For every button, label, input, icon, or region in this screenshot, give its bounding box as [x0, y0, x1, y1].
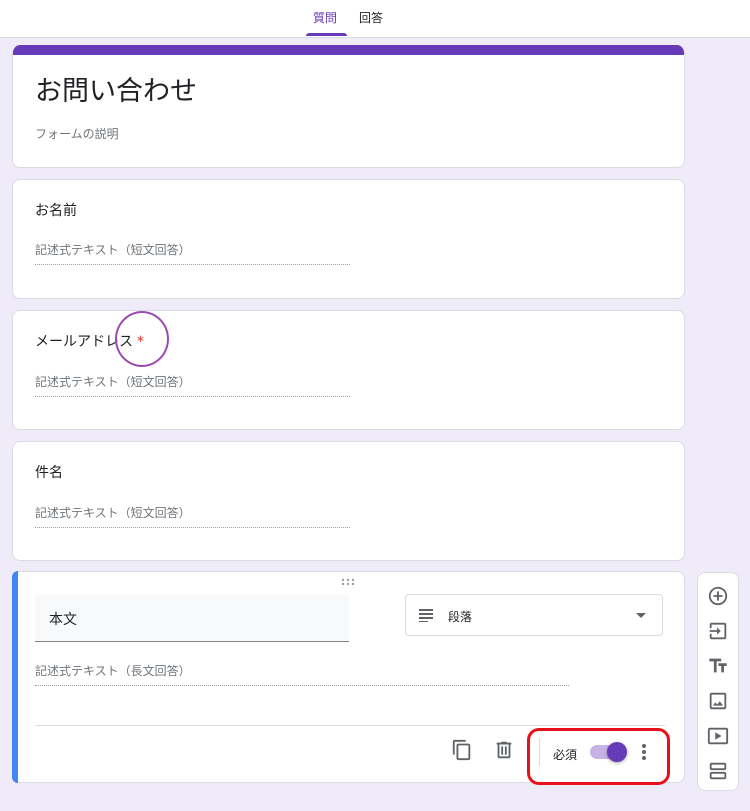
form-title[interactable]: お問い合わせ	[35, 75, 197, 109]
chevron-down-icon	[636, 613, 646, 618]
short-answer-hint: 記述式テキスト（短文回答）	[35, 241, 350, 265]
tab-responses[interactable]: 回答	[359, 11, 383, 25]
footer-divider	[35, 725, 665, 726]
annotation-rectangle	[527, 728, 670, 785]
top-tab-bar: 質問 回答	[0, 0, 750, 38]
tab-questions[interactable]: 質問	[313, 11, 337, 25]
question-title: お名前	[35, 203, 77, 219]
drag-handle-icon[interactable]	[341, 578, 355, 588]
question-title-input[interactable]: 本文	[35, 595, 349, 642]
video-icon[interactable]	[707, 725, 729, 751]
active-card-indicator	[12, 571, 18, 783]
short-answer-hint: 記述式テキスト（短文回答）	[35, 373, 350, 397]
annotation-circle	[115, 311, 169, 367]
header-accent-bar	[13, 45, 684, 55]
paragraph-lines-icon	[418, 607, 434, 626]
question-card-name[interactable]: お名前 記述式テキスト（短文回答）	[12, 179, 685, 299]
question-type-label: 段落	[448, 610, 473, 624]
trash-icon[interactable]	[493, 739, 515, 765]
image-icon[interactable]	[707, 690, 729, 716]
active-tab-indicator	[306, 33, 347, 36]
floating-toolbar	[697, 572, 739, 791]
form-header-card[interactable]: お問い合わせ フォームの説明	[12, 45, 685, 168]
question-card-subject[interactable]: 件名 記述式テキスト（短文回答）	[12, 441, 685, 561]
form-description[interactable]: フォームの説明	[35, 125, 119, 142]
section-icon[interactable]	[707, 760, 729, 786]
question-type-select[interactable]: 段落	[405, 594, 663, 636]
copy-icon[interactable]	[451, 739, 473, 765]
question-card-email[interactable]: メールアドレス * 記述式テキスト（短文回答）	[12, 310, 685, 430]
question-title: 件名	[35, 465, 63, 481]
import-icon[interactable]	[707, 620, 729, 646]
add-circle-icon[interactable]	[707, 585, 729, 611]
title-text-icon[interactable]	[707, 655, 729, 681]
short-answer-hint: 記述式テキスト（短文回答）	[35, 504, 350, 528]
long-answer-hint: 記述式テキスト（長文回答）	[35, 662, 569, 686]
